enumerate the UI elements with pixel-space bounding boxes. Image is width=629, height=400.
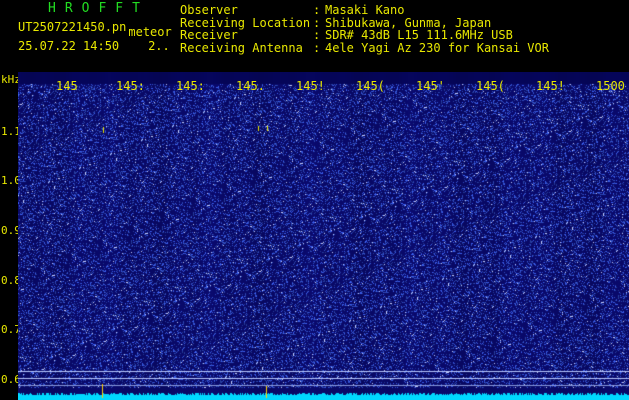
info-value: 4ele Yagi Az 230 for Kansai VOR — [325, 40, 549, 55]
file-suffix: meteor — [128, 25, 172, 39]
file-name: UT2507221450.pn — [18, 20, 127, 34]
x-tick-label: 145! — [536, 79, 565, 93]
info-label: Observer — [180, 3, 238, 17]
info-row-antenna: Receiving Antenna:4ele Yagi Az 230 for K… — [180, 40, 549, 55]
x-tick-label: 145( — [476, 79, 505, 93]
app-title: HROFFT — [48, 1, 149, 16]
info-label: Receiver — [180, 28, 238, 42]
header-panel: HROFFT UT2507221450.pn meteor 25.07.22 14… — [0, 0, 629, 72]
x-tick-label: 145: — [176, 79, 205, 93]
x-tick-label: 1500 — [596, 79, 625, 93]
waterfall-canvas — [18, 72, 629, 400]
spectrogram-plot: 145 145: 145: 145. 145! 145( 145' 145( 1… — [18, 72, 629, 400]
x-tick-label: 145: — [116, 79, 145, 93]
info-label: Receiving Antenna — [180, 40, 303, 55]
y-axis: 1.1 1.0 0.9 0.8 0.7 0.6 — [0, 72, 21, 400]
date-line: 25.07.22 14:50 2.. — [18, 39, 170, 53]
x-tick-label: 145' — [416, 79, 445, 93]
extra-label: 2.. — [148, 39, 170, 53]
x-tick-label: 145 — [56, 79, 78, 93]
x-tick-label: 145! — [296, 79, 325, 93]
datetime: 25.07.22 14:50 — [18, 39, 120, 53]
file-name-line: UT2507221450.pn meteor — [18, 20, 172, 39]
station-info: Observer: Masaki Kano Receiving Location:… — [180, 4, 549, 54]
x-tick-label: 145. — [236, 79, 265, 93]
x-tick-label: 145( — [356, 79, 385, 93]
